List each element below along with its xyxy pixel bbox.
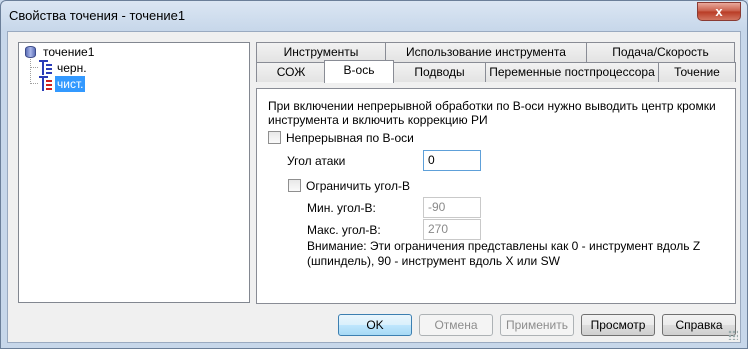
continuous-b-label: Непрерывная по В-оси (286, 131, 414, 145)
tab-label: СОЖ (276, 65, 306, 79)
tab-coolant[interactable]: СОЖ (256, 62, 326, 82)
tool-icon (39, 60, 53, 75)
min-b-label: Мин. угол-В: (307, 201, 376, 215)
tree-item-finish[interactable]: чист. (55, 76, 86, 92)
attack-angle-label: Угол атаки (287, 154, 346, 168)
resize-grip-icon[interactable] (728, 330, 738, 340)
tab-leads[interactable]: Подводы (393, 62, 486, 82)
tab-post-variables[interactable]: Переменные постпроцессора (485, 62, 659, 82)
attack-angle-input[interactable]: 0 (423, 150, 481, 171)
tab-label: Инструменты (283, 45, 359, 59)
preview-button[interactable]: Просмотр (581, 314, 655, 336)
tab-b-axis[interactable]: В-ось (324, 60, 394, 83)
tree-connector (30, 67, 38, 68)
ok-button[interactable]: OK (338, 314, 412, 336)
tab-label: Подача/Скорость (612, 45, 709, 59)
continuous-b-checkbox[interactable] (268, 131, 281, 144)
tree-connector (30, 59, 31, 84)
title-bar[interactable]: Свойства точения - точение1 x (1, 1, 747, 31)
limit-b-label: Ограничить угол-В (306, 179, 410, 193)
tree-item-root-label: точение1 (43, 45, 95, 59)
tab-tool-usage[interactable]: Использование инструмента (385, 42, 587, 62)
tab-tools[interactable]: Инструменты (256, 42, 386, 62)
min-b-input[interactable]: -90 (423, 197, 481, 218)
operation-tree[interactable]: точение1 черн. чист. (18, 42, 250, 303)
tab-control: Инструменты Использование инструмента По… (256, 42, 736, 304)
tree-connector (30, 83, 38, 84)
tree-item-rough[interactable]: черн. (55, 60, 89, 76)
tree-item-rough-label: черн. (57, 61, 87, 75)
tab-label: В-ось (343, 63, 375, 77)
b-axis-description: При включении непрерывной обработки по В… (268, 99, 716, 127)
max-b-label: Макс. угол-В: (307, 223, 381, 237)
tab-label: Использование инструмента (406, 45, 566, 59)
dialog-window: Свойства точения - точение1 x точение1 ч… (0, 0, 748, 349)
max-b-input[interactable]: 270 (423, 219, 481, 240)
b-axis-panel: При включении непрерывной обработки по В… (256, 88, 736, 304)
close-icon: x (715, 4, 723, 19)
cancel-button[interactable]: Отмена (419, 314, 493, 336)
tool-icon (39, 76, 53, 91)
limit-b-checkbox[interactable] (288, 179, 301, 192)
dialog-client: точение1 черн. чист. Инструменты Использ… (7, 31, 741, 343)
database-icon (25, 46, 36, 58)
tree-item-root[interactable]: точение1 (41, 44, 96, 60)
tab-label: Точение (674, 65, 720, 79)
help-button[interactable]: Справка (662, 314, 736, 336)
tab-turning[interactable]: Точение (658, 62, 736, 82)
window-title: Свойства точения - точение1 (9, 8, 186, 23)
tab-label: Переменные постпроцессора (489, 65, 655, 79)
tree-item-finish-label: чист. (55, 76, 86, 92)
close-button[interactable]: x (697, 2, 741, 21)
tab-label: Подводы (414, 65, 465, 79)
tab-feed-speed[interactable]: Подача/Скорость (586, 42, 735, 62)
b-axis-note: Внимание: Эти ограничения представлены к… (307, 239, 701, 268)
apply-button[interactable]: Применить (500, 314, 574, 336)
